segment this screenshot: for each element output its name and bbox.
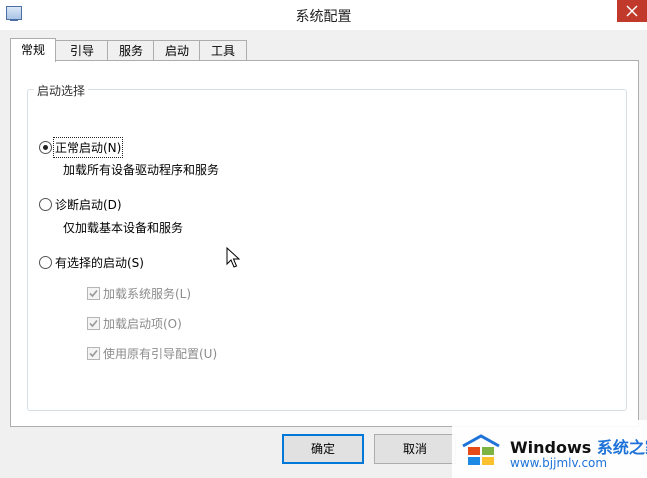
watermark-brand: Windows <box>510 438 592 457</box>
tab-panel-general: 启动选择 正常启动(N) 加载所有设备驱动程序和服务 诊断启动(D) 仅加载基本… <box>10 60 639 427</box>
tab-general[interactable]: 常规 <box>10 38 56 62</box>
use-original-boot-config-checkbox[interactable] <box>87 347 100 360</box>
cancel-button[interactable]: 取消 <box>374 434 456 464</box>
diagnostic-startup-radio[interactable] <box>39 198 52 211</box>
selective-startup-radio[interactable] <box>39 256 52 269</box>
normal-startup-description: 加载所有设备驱动程序和服务 <box>63 163 220 177</box>
close-icon <box>626 5 638 17</box>
watermark-url: www.bjjmlv.com <box>510 456 608 470</box>
watermark-title: Windows 系统之家 <box>510 434 647 458</box>
ok-button[interactable]: 确定 <box>282 434 364 464</box>
tab-tools[interactable]: 工具 <box>199 40 247 61</box>
dialog-client: 常规 引导 服务 启动 工具 启动选择 正常启动(N) 加载所有设备驱动程序和服… <box>0 30 647 478</box>
tab-boot[interactable]: 引导 <box>55 40 109 61</box>
mouse-pointer-icon <box>226 247 240 268</box>
tab-services[interactable]: 服务 <box>107 40 155 61</box>
close-button[interactable] <box>617 0 647 22</box>
group-legend: 启动选择 <box>34 82 89 99</box>
diagnostic-startup-label[interactable]: 诊断启动(D) <box>55 196 122 213</box>
diagnostic-startup-description: 仅加载基本设备和服务 <box>63 221 184 235</box>
startup-selection-group: 启动选择 <box>27 82 627 411</box>
site-watermark: Windows 系统之家 www.bjjmlv.com <box>452 420 647 478</box>
title-bar: 系统配置 <box>0 0 647 30</box>
checkmark-icon <box>89 319 98 328</box>
window-title: 系统配置 <box>295 9 352 25</box>
load-system-services-checkbox[interactable] <box>87 287 100 300</box>
normal-startup-radio[interactable] <box>39 141 52 154</box>
selective-startup-label[interactable]: 有选择的启动(S) <box>55 254 144 271</box>
load-startup-items-label: 加载启动项(O) <box>103 317 182 331</box>
use-original-boot-config-label: 使用原有引导配置(U) <box>103 347 218 361</box>
tab-startup[interactable]: 启动 <box>153 40 201 61</box>
windows-logo-icon <box>462 434 500 465</box>
watermark-cn: 系统之家 <box>596 438 647 457</box>
load-startup-items-checkbox[interactable] <box>87 317 100 330</box>
normal-startup-label[interactable]: 正常启动(N) <box>52 137 124 158</box>
checkmark-icon <box>89 289 98 298</box>
load-system-services-label: 加载系统服务(L) <box>103 287 192 301</box>
checkmark-icon <box>89 349 98 358</box>
